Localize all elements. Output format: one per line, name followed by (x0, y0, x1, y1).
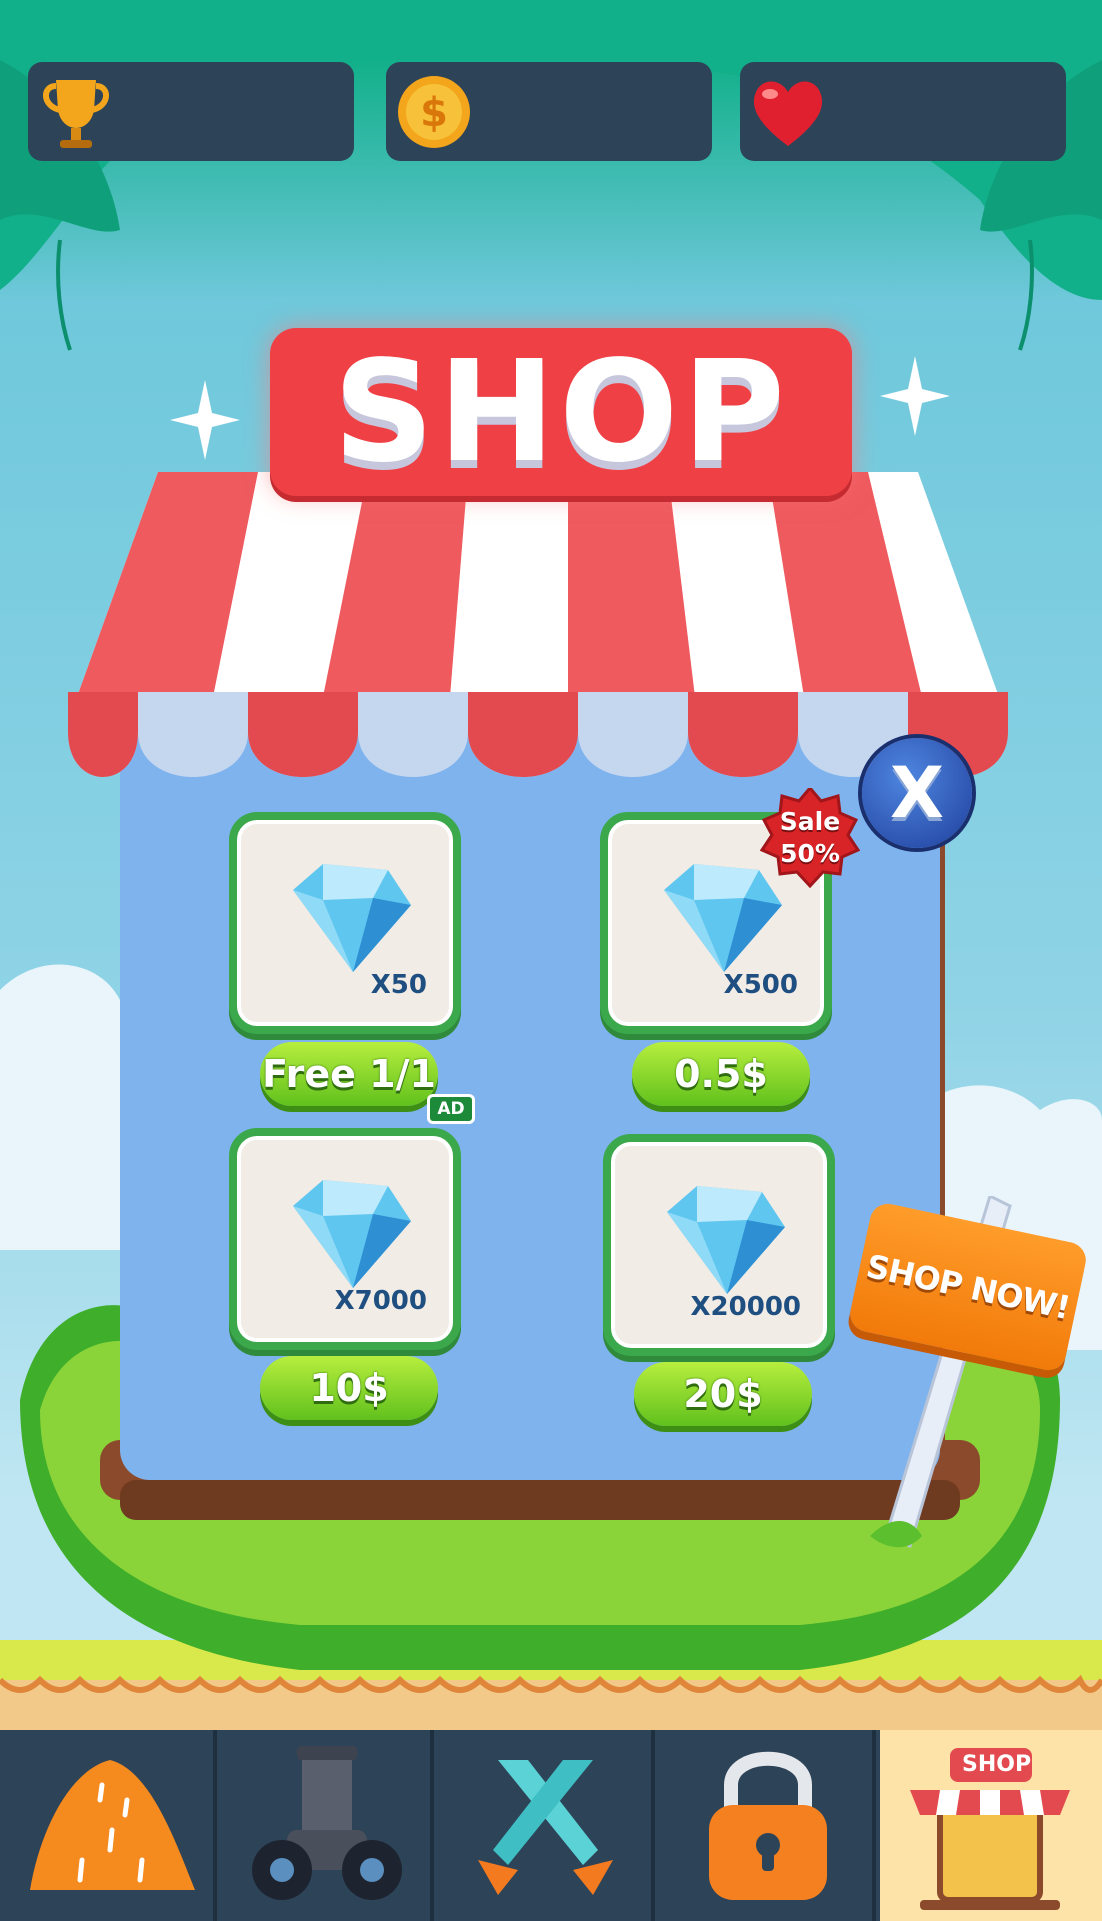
sale-badge: Sale 50% (759, 785, 861, 889)
buy-button-3[interactable]: 10$ (260, 1356, 438, 1420)
item-card-1[interactable]: X50 (229, 812, 461, 1034)
sign-label: SHOP NOW! (863, 1246, 1073, 1328)
ad-badge-label: AD (437, 1099, 465, 1119)
price-label: 20$ (683, 1372, 763, 1416)
diamond-icon (667, 1186, 785, 1294)
trophy-panel (28, 62, 354, 161)
shop-title: SHOP (333, 330, 789, 494)
nav-item-battle[interactable] (438, 1730, 655, 1921)
sparkle-icon (170, 380, 240, 460)
item-quantity: X20000 (690, 1292, 802, 1322)
buy-button-2[interactable]: 0.5$ (632, 1042, 810, 1106)
game-scene: $ SHOP X50 Free 1/1 AD X500 0.5$ Sale 50… (0, 0, 1102, 1921)
item-quantity: X7000 (334, 1286, 427, 1316)
shop-title-banner: SHOP (270, 328, 852, 496)
close-button[interactable]: X (862, 738, 972, 848)
nav-item-locked[interactable] (659, 1730, 876, 1921)
sparkle-icon (880, 356, 950, 436)
price-label: 0.5$ (674, 1052, 768, 1096)
nav-item-shop[interactable]: SHOP (880, 1730, 1102, 1921)
item-card-4[interactable]: X20000 (603, 1134, 835, 1356)
diamond-icon (293, 1180, 411, 1288)
crossed-swords-icon (478, 1760, 613, 1895)
coin-icon: $ (398, 76, 470, 148)
sale-line-1: Sale (779, 807, 841, 836)
nav-item-cannon[interactable] (217, 1730, 434, 1921)
diamond-icon (293, 864, 411, 972)
coin-panel: $ (386, 62, 712, 161)
trophy-icon (43, 80, 109, 148)
close-icon: X (890, 752, 944, 834)
ad-badge: AD (427, 1094, 475, 1124)
svg-text:$: $ (420, 90, 448, 136)
item-card-3[interactable]: X7000 (229, 1128, 461, 1350)
item-quantity: X500 (723, 970, 798, 1000)
sale-line-2: 50% (780, 839, 840, 868)
item-quantity: X50 (370, 970, 427, 1000)
price-label: 10$ (309, 1366, 389, 1410)
shop-icon-label: SHOP (962, 1752, 1032, 1777)
buy-button-4[interactable]: 20$ (634, 1362, 812, 1426)
sale-label: Sale 50% (760, 806, 860, 870)
heart-icon (753, 81, 823, 146)
nav-item-map[interactable] (0, 1730, 217, 1921)
bottom-nav: SHOP (0, 1730, 1102, 1921)
price-label: Free 1/1 (262, 1052, 436, 1096)
cannon-icon (252, 1746, 402, 1900)
buy-button-1[interactable]: Free 1/1 (260, 1042, 438, 1106)
lives-panel (740, 62, 1066, 161)
hill-icon (30, 1760, 195, 1890)
lock-icon (709, 1751, 827, 1900)
